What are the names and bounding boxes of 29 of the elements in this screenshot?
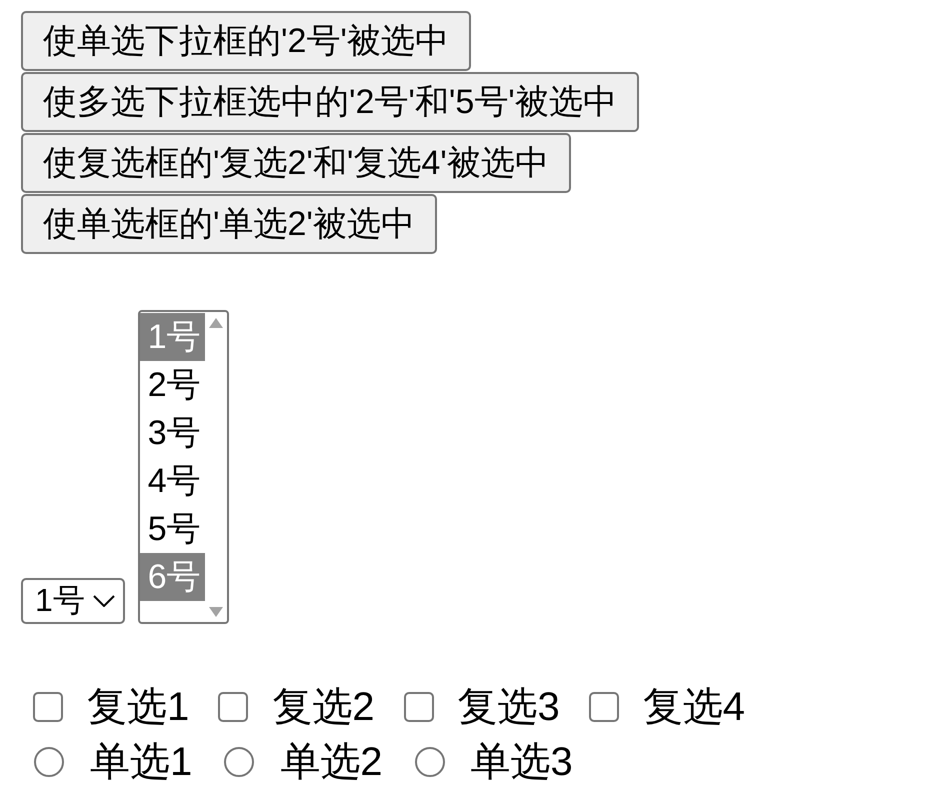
checkbox[interactable] [404,692,434,722]
checkbox[interactable] [218,692,248,722]
radio-label: 单选3 [470,740,573,784]
chevron-down-icon [92,595,115,607]
action-button[interactable]: 使复选框的'复选2'和'复选4'被选中 [21,133,571,193]
list-option[interactable]: 3号 [140,409,205,457]
checkbox-label: 复选4 [642,684,745,728]
radio-label: 单选1 [90,740,192,784]
checkbox[interactable] [588,692,619,722]
list-option[interactable]: 2号 [140,361,205,409]
checkbox[interactable] [33,692,63,722]
action-button[interactable]: 使多选下拉框选中的'2号'和'5号'被选中 [21,72,639,132]
list-option[interactable]: 5号 [140,505,205,553]
action-button[interactable]: 使单选框的'单选2'被选中 [21,194,437,254]
radio-button[interactable] [224,746,254,776]
triangle-down-icon[interactable] [208,607,223,617]
list-option[interactable]: 4号 [140,457,205,505]
list-option[interactable]: 6号 [140,553,205,601]
dropdown-select[interactable]: 1号 [21,578,125,624]
checkbox-label: 复选3 [458,684,560,728]
triangle-up-icon[interactable] [208,318,223,328]
radio-button[interactable] [414,746,444,776]
action-button[interactable]: 使单选下拉框的'2号'被选中 [21,11,471,71]
radio-label: 单选2 [280,740,382,784]
checkbox-label: 复选1 [87,684,190,728]
list-option[interactable]: 1号 [140,313,205,361]
checkbox-label: 复选2 [272,684,374,728]
listbox-field[interactable]: 1号 2号 3号 4号 5号 6号 [138,310,229,624]
radio-button[interactable] [34,746,64,776]
